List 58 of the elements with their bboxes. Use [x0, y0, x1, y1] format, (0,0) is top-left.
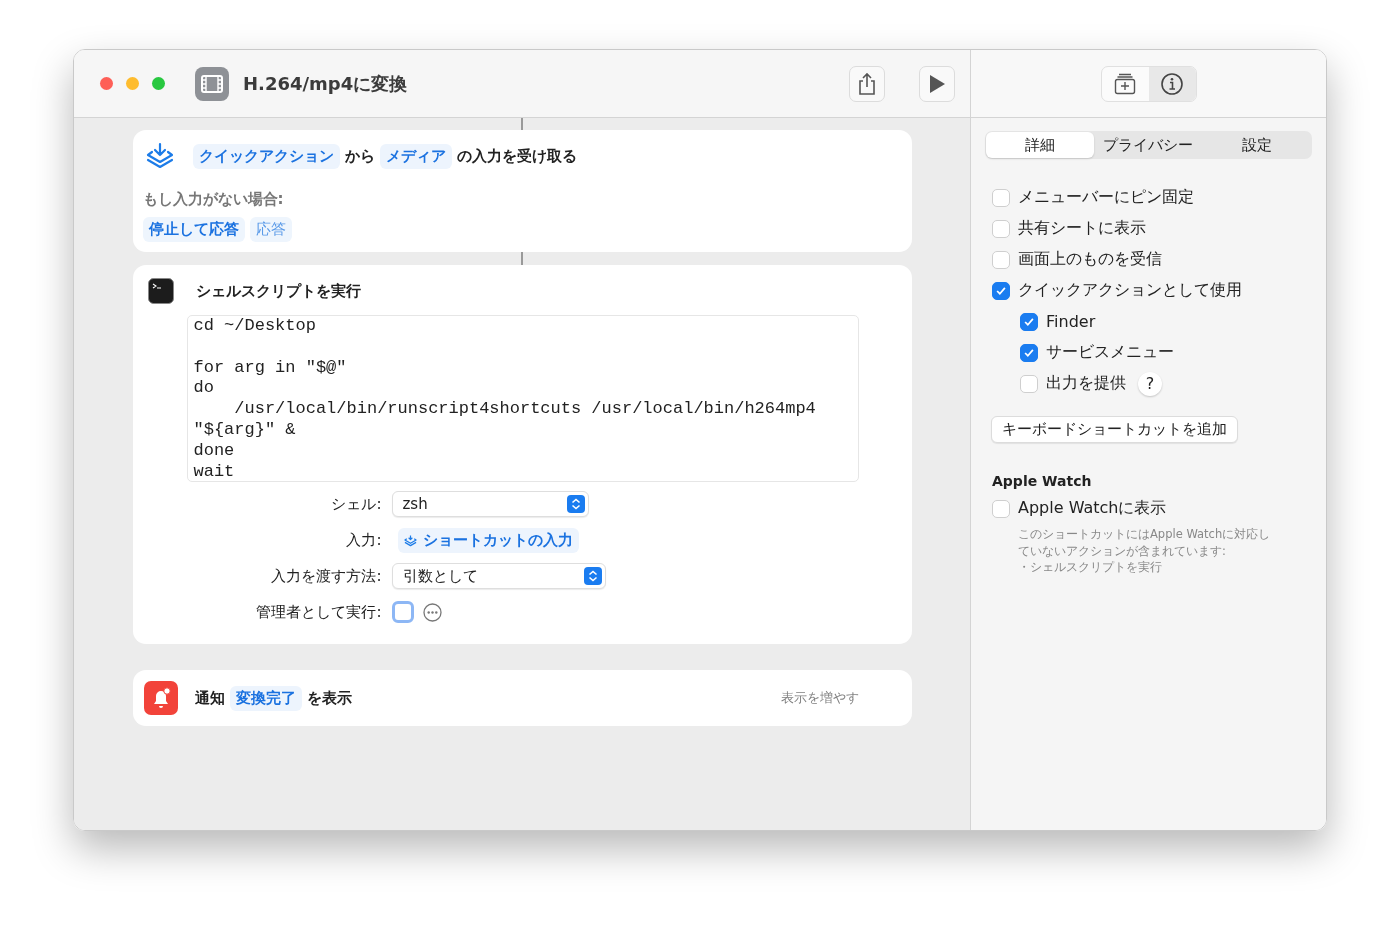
action-text: 通知: [194, 688, 225, 708]
checkbox-label: サービスメニュー: [1046, 342, 1174, 363]
checkbox-label: Apple Watchに表示: [1018, 498, 1167, 519]
tab[interactable]: プライバシー: [1094, 132, 1203, 158]
layers-download-icon: [145, 142, 174, 170]
variable-token[interactable]: 変換完了: [229, 685, 302, 711]
option-token[interactable]: 停止して応答: [142, 217, 245, 242]
no-input-label: もし入力がない場合:: [142, 190, 285, 209]
bell-icon: [143, 681, 178, 715]
library-plus-icon: [1113, 71, 1137, 96]
terminal-icon: [147, 278, 174, 304]
checkbox-label: 画面上のものを受信: [1018, 249, 1162, 270]
variable-token[interactable]: メディア: [379, 143, 452, 169]
layers-icon: [403, 533, 417, 547]
checkbox[interactable]: [1020, 343, 1038, 362]
show-more-button[interactable]: 表示を増やす: [780, 689, 859, 707]
compatibility-note: このショートカットにはApple Watchに対応していないアクションが含まれています:: [1018, 526, 1272, 559]
checkbox[interactable]: [992, 281, 1010, 300]
checkbox-label: 共有シートに表示: [1018, 218, 1146, 239]
checkbox-label: クイックアクションとして使用: [1018, 280, 1242, 301]
info-icon: [1160, 71, 1184, 96]
tab[interactable]: 設定: [1202, 132, 1311, 158]
checkbox-label: メニューバーにピン固定: [1018, 187, 1194, 208]
parameter-label: 入力を渡す方法:: [270, 566, 382, 587]
minimize-button[interactable]: [126, 77, 139, 90]
variable-token[interactable]: ショートカットの入力: [397, 527, 579, 553]
window-title: H.264/mp4に変換: [243, 71, 408, 96]
action-text: の入力を受け取る: [456, 146, 577, 166]
action-text: から: [344, 146, 375, 166]
share-button[interactable]: [849, 65, 885, 102]
close-button[interactable]: [100, 77, 113, 90]
run-button[interactable]: [919, 65, 955, 102]
film-icon: [195, 66, 229, 101]
add-keyboard-shortcut-button[interactable]: キーボードショートカットを追加: [991, 416, 1238, 443]
info-button[interactable]: [1148, 66, 1196, 101]
variable-token[interactable]: クイックアクション: [192, 143, 340, 169]
chevron-updown-icon: [583, 567, 602, 585]
checkbox[interactable]: [1020, 312, 1038, 331]
help-button[interactable]: ?: [1138, 371, 1162, 396]
checkbox-label: Finder: [1046, 312, 1096, 331]
action-text: を表示: [306, 688, 352, 708]
ellipsis-circle-icon[interactable]: [422, 602, 442, 622]
popup-menu[interactable]: zsh: [391, 491, 589, 517]
action-title: シェルスクリプトを実行: [195, 281, 361, 301]
parameter-label: 管理者として実行:: [255, 602, 382, 623]
popup-menu[interactable]: 引数として: [391, 563, 606, 589]
tab[interactable]: 詳細: [986, 132, 1095, 158]
chevron-updown-icon: [566, 495, 585, 513]
play-icon: [928, 73, 946, 94]
zoom-button[interactable]: [152, 77, 165, 90]
parameter-label: 入力:: [345, 530, 382, 551]
section-heading: Apple Watch: [992, 473, 1093, 489]
parameter-label: シェル:: [330, 494, 382, 515]
script-editor[interactable]: cd ~/Desktop for arg in "$@" do /usr/local/bin/runscript4shortcuts /usr/local/bin/h264mp4 "${arg}" & done wait: [186, 315, 859, 482]
checkbox[interactable]: [391, 601, 414, 623]
checkbox-label: 出力を提供: [1046, 373, 1126, 394]
unsupported-action-item: ・シェルスクリプトを実行: [1018, 559, 1163, 576]
share-icon: [857, 71, 877, 96]
